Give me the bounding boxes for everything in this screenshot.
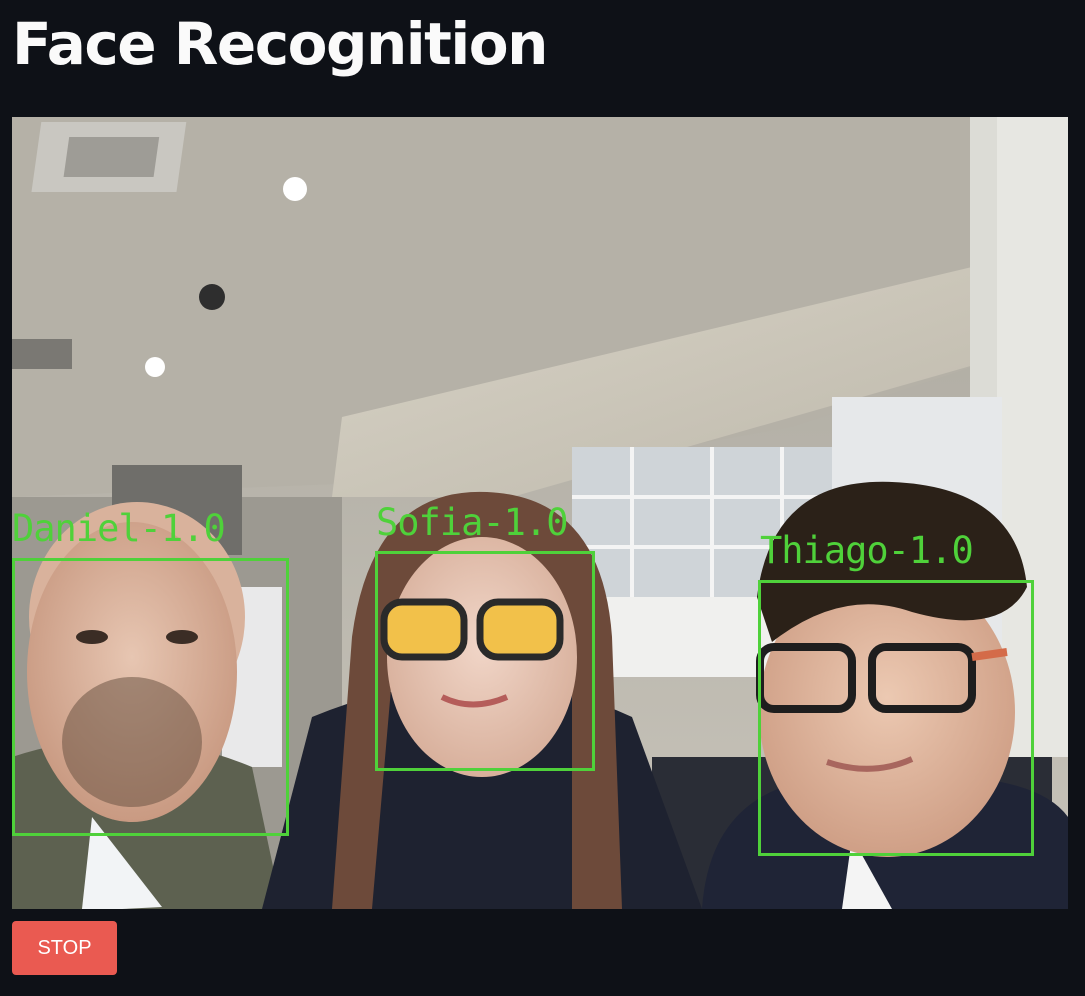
face-label-daniel: Daniel-1.0: [12, 507, 226, 550]
page-title: Face Recognition: [12, 10, 548, 78]
app-root: Face Recognition Daniel-1.0 Sofia-1.0 Th…: [0, 0, 1085, 996]
face-box-sofia: [375, 551, 595, 771]
face-label-thiago: Thiago-1.0: [760, 529, 974, 572]
webcam-video-feed: Daniel-1.0 Sofia-1.0 Thiago-1.0: [12, 117, 1068, 909]
stop-button[interactable]: STOP: [12, 921, 117, 975]
face-box-thiago: [758, 580, 1034, 856]
face-label-sofia: Sofia-1.0: [376, 501, 568, 544]
face-box-daniel: [12, 558, 289, 836]
